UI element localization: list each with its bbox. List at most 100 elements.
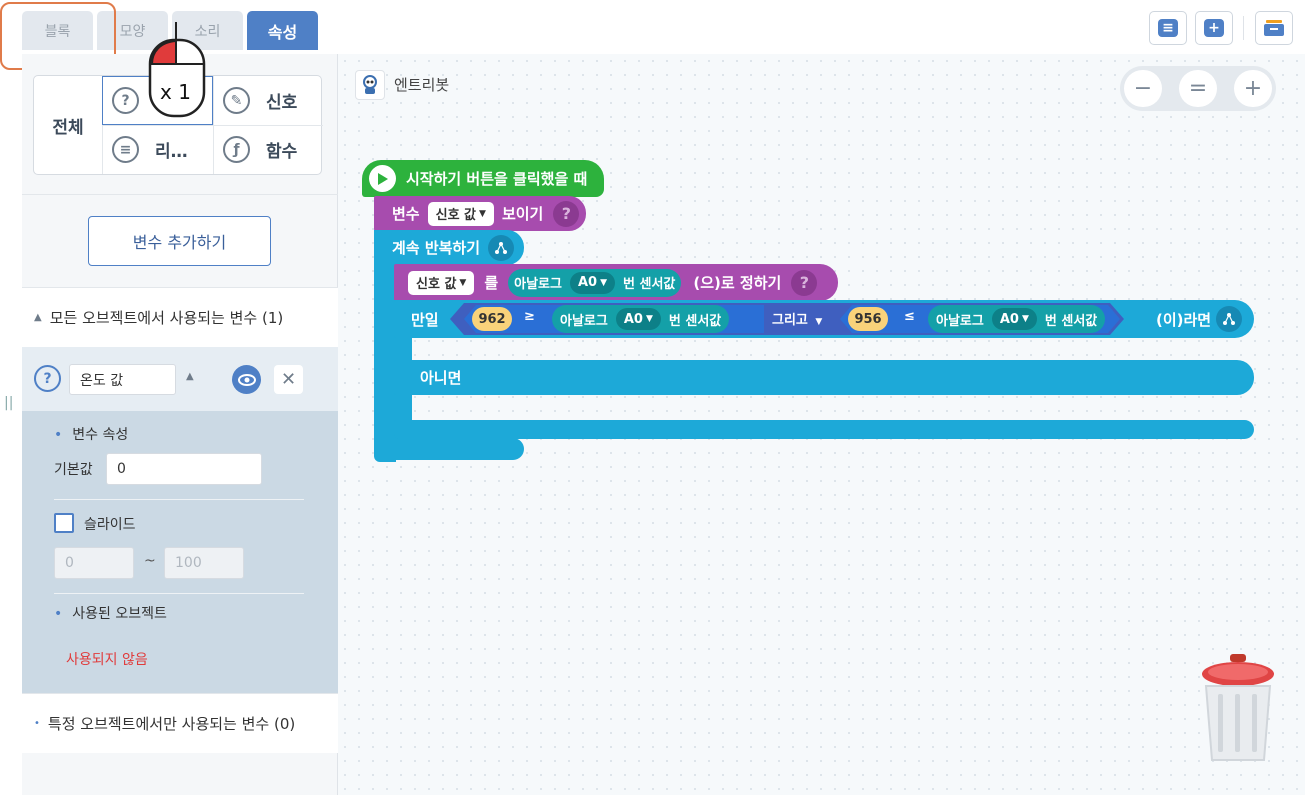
comment-icon: ≡: [1158, 19, 1178, 37]
and-label: 그리고: [772, 313, 808, 328]
dropdown-arrow-icon: ▼: [815, 317, 823, 327]
category-all[interactable]: 전체: [34, 76, 102, 174]
toolbar-divider: [1243, 16, 1244, 40]
close-icon[interactable]: ✕: [274, 365, 303, 394]
range-separator: ~: [144, 553, 156, 569]
slide-label: 슬라이드: [84, 517, 136, 533]
category-list[interactable]: ≡ 리…: [112, 125, 188, 174]
local-variables-header[interactable]: • 특정 오브젝트에서만 사용되는 변수 (0): [22, 693, 338, 753]
archive-icon: [1264, 20, 1284, 36]
show-variable-prefix: 변수: [392, 205, 420, 223]
set-variable-particle: 를: [484, 274, 499, 292]
set-variable-dropdown-label: 신호 값: [416, 277, 457, 292]
zoom-reset-button[interactable]: =: [1179, 70, 1217, 107]
slide-min-input: 0: [54, 547, 134, 579]
used-objects-title: • 사용된 오브젝트: [54, 606, 167, 622]
variable-name-field[interactable]: 온도 값: [69, 364, 176, 395]
bullet-icon: •: [34, 718, 40, 729]
show-variable-block[interactable]: 변수 신호 값 ▼ 보이기 ?: [374, 196, 586, 231]
port-dropdown[interactable]: A0 ▼: [991, 308, 1037, 330]
eye-icon[interactable]: [232, 365, 261, 394]
port-label: A0: [623, 311, 643, 327]
show-variable-suffix: 보이기: [501, 205, 544, 223]
function-icon: ƒ: [223, 136, 250, 163]
analog-label: 아날로그: [514, 277, 562, 292]
dropdown-arrow-icon: ▼: [600, 277, 608, 288]
zoom-out-button[interactable]: −: [1124, 70, 1162, 107]
variable-dropdown[interactable]: 신호 값 ▼: [427, 201, 494, 226]
props-divider: [54, 499, 304, 500]
analog-sensor-block[interactable]: 아날로그 A0 ▼ 번 센서값: [508, 268, 682, 297]
category-label: 함수: [266, 142, 298, 162]
local-variables-title: 특정 오브젝트에서만 사용되는 변수 (0): [47, 715, 296, 733]
list-icon: ≡: [112, 136, 139, 163]
variable-properties: • 변수 속성 기본값 0 슬라이드 0 ~ 100 • 사용된 오브젝트 사용되지…: [22, 411, 338, 693]
props-divider: [54, 593, 304, 594]
variable-dropdown-label: 신호 값: [435, 208, 477, 223]
question-icon: ?: [34, 365, 61, 392]
panel-resize-handle[interactable]: ||: [4, 395, 13, 417]
help-icon[interactable]: ?: [553, 200, 580, 227]
archive-button[interactable]: [1255, 11, 1293, 45]
comment-button[interactable]: ≡: [1149, 11, 1187, 45]
used-objects-title-text: 사용된 오브젝트: [72, 606, 167, 622]
variable-row: ? 온도 값 ▲ ✕: [22, 347, 338, 411]
slide-checkbox[interactable]: [54, 513, 74, 533]
tab-properties[interactable]: 속성: [247, 11, 318, 50]
category-signal[interactable]: ✎ 신호: [223, 76, 297, 125]
repeat-forever-block[interactable]: 계속 반복하기: [374, 230, 524, 265]
collapse-triangle-icon[interactable]: ▲: [186, 371, 194, 382]
if-label: 만일: [411, 310, 439, 329]
port-dropdown[interactable]: A0 ▼: [615, 308, 661, 330]
analog-sensor-block-1[interactable]: 아날로그 A0 ▼ 번 센서값: [552, 305, 730, 333]
value-input-2[interactable]: 956: [848, 307, 888, 331]
slide-max-input: 100: [164, 547, 244, 579]
trash-can-icon[interactable]: [1200, 652, 1276, 764]
port-dropdown[interactable]: A0 ▼: [569, 271, 616, 294]
start-event-block[interactable]: 시작하기 버튼을 클릭했을 때: [362, 160, 604, 197]
category-label: 리…: [155, 142, 188, 162]
entrybot-icon: [355, 70, 385, 100]
start-event-label: 시작하기 버튼을 클릭했을 때: [406, 170, 588, 188]
add-comment-button[interactable]: +: [1195, 11, 1233, 45]
operator-lte: ≤: [904, 309, 915, 324]
zoom-in-button[interactable]: +: [1234, 70, 1272, 107]
then-label: (이)라면: [1156, 311, 1212, 329]
if-condition-block[interactable]: 만일 962 ≥ 아날로그 A0 ▼ 번 센서값 그리고 ▼ 956 ≤ 아날로…: [394, 300, 1254, 338]
flow-icon: [1216, 306, 1242, 332]
object-name: 엔트리봇: [394, 76, 450, 94]
port-label: A0: [999, 311, 1019, 327]
value-input-1[interactable]: 962: [472, 307, 512, 331]
repeat-forever-label: 계속 반복하기: [392, 239, 481, 257]
analog-label: 아날로그: [936, 313, 984, 329]
mouse-click-indicator: x 1: [148, 22, 206, 118]
help-icon[interactable]: ?: [791, 269, 818, 296]
analog-label: 아날로그: [560, 313, 608, 329]
variable-properties-title: • 변수 속성: [54, 427, 129, 443]
panel-divider: [22, 194, 338, 195]
set-variable-block[interactable]: 신호 값 ▼ 를 아날로그 A0 ▼ 번 센서값 (으)로 정하기 ?: [394, 264, 838, 301]
set-variable-dropdown[interactable]: 신호 값 ▼: [408, 270, 475, 295]
flow-icon: [488, 234, 515, 261]
category-divider: [213, 76, 214, 174]
sensor-suffix: 번 센서값: [1044, 313, 1098, 329]
dropdown-arrow-icon: ▼: [1021, 314, 1029, 324]
click-count-text: x 1: [160, 80, 191, 104]
global-variables-title: 모든 오브젝트에서 사용되는 변수 (1): [49, 309, 284, 327]
analog-sensor-block-2[interactable]: 아날로그 A0 ▼ 번 센서값: [928, 305, 1106, 333]
add-variable-button[interactable]: 변수 추가하기: [88, 216, 271, 266]
default-value-input[interactable]: 0: [106, 453, 262, 485]
not-used-text: 사용되지 않음: [66, 652, 148, 668]
default-value-label: 기본값: [54, 462, 93, 478]
else-block[interactable]: 아니면: [394, 360, 1254, 395]
operator-gte: ≥: [524, 309, 535, 324]
sensor-suffix: 번 센서값: [668, 313, 722, 329]
port-label: A0: [577, 275, 598, 290]
global-variables-header[interactable]: ▲ 모든 오브젝트에서 사용되는 변수 (1): [22, 287, 338, 347]
and-dropdown[interactable]: 그리고 ▼: [772, 309, 822, 328]
block-workspace[interactable]: 엔트리봇 − = + 시작하기 버튼을 클릭했을 때 변수 신호 값 ▼ 보이기…: [338, 54, 1305, 795]
variable-properties-title-text: 변수 속성: [72, 427, 129, 443]
properties-panel: 전체 ? ✎ 신호 ≡ 리… ƒ 함수 변수 추가하기 ▲ 모든 오브젝트에서 …: [22, 54, 338, 795]
question-icon: ?: [112, 87, 139, 114]
category-function[interactable]: ƒ 함수: [223, 125, 297, 174]
